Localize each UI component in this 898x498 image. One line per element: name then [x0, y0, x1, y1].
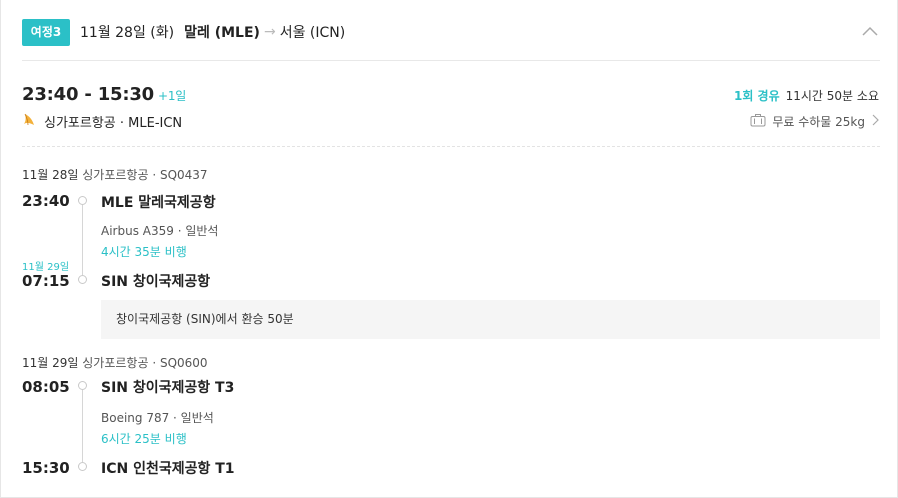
total-duration: 11시간 50분 소요 — [785, 89, 879, 103]
timeline-dot — [78, 381, 87, 390]
airline-route: 싱가포르항공 · MLE-ICN — [44, 116, 183, 131]
route-arrow-icon: → — [263, 24, 276, 40]
chevron-up-icon[interactable] — [860, 22, 880, 42]
route-destination: 서울 (ICN) — [279, 25, 346, 41]
timeline-line — [82, 390, 83, 462]
departure-time: 08:05 — [22, 378, 70, 396]
segment-date: 11월 28일 — [22, 168, 79, 182]
itinerary-route: 말레 (MLE) → 서울 (ICN) — [184, 22, 345, 42]
arrival-time: 15:30 — [22, 459, 70, 477]
itinerary-card: 여정3 11월 28일 (화) 말레 (MLE) → 서울 (ICN) 23:4… — [0, 0, 898, 498]
itinerary-date: 11월 28일 (화) — [80, 25, 175, 41]
flight-duration: 6시간 25분 비행 — [101, 432, 187, 446]
arrival-day-note: 11월 29일 — [22, 262, 70, 273]
departure-time: 23:40 — [22, 192, 70, 210]
stop-info: 1회 경유 11시간 50분 소요 — [734, 87, 879, 104]
timeline-dot — [78, 275, 87, 284]
timeline-dot — [78, 196, 87, 205]
aircraft-info: Airbus A359 · 일반석 — [101, 224, 219, 238]
arrival-time: 07:15 — [22, 272, 70, 290]
baggage-icon — [750, 113, 766, 130]
aircraft-info: Boeing 787 · 일반석 — [101, 411, 214, 425]
time-range: 23:40 - 15:30 — [22, 84, 154, 105]
stop-count: 1회 경유 — [733, 89, 780, 103]
timeline-dot — [78, 462, 87, 471]
itinerary-header[interactable]: 여정3 11월 28일 (화) 말레 (MLE) → 서울 (ICN) — [22, 18, 882, 46]
arrival-airport: ICN 인천국제공항 T1 — [101, 461, 235, 477]
departure-airport: MLE 말레국제공항 — [101, 195, 216, 211]
segment-flight: 싱가포르항공 · SQ0600 — [82, 356, 208, 370]
segment-date: 11월 29일 — [22, 356, 79, 370]
baggage-link[interactable]: 무료 수하물 25kg — [750, 113, 879, 130]
arrival-airport: SIN 창이국제공항 — [101, 274, 211, 290]
summary-times: 23:40 - 15:30 +1일 — [22, 84, 186, 105]
itinerary-badge: 여정3 — [22, 18, 70, 46]
baggage-label: 무료 수하물 25kg — [772, 115, 865, 129]
summary-airline: 싱가포르항공 · MLE-ICN — [22, 112, 182, 131]
plus-day: +1일 — [158, 89, 187, 103]
layover-info: 창이국제공항 (SIN)에서 환승 50분 — [101, 300, 880, 339]
flight-duration: 4시간 35분 비행 — [101, 245, 187, 259]
segment-info: 11월 29일 싱가포르항공 · SQ0600 — [22, 354, 208, 371]
header-divider — [22, 60, 880, 61]
singapore-airlines-logo-icon — [22, 113, 36, 131]
segment-info: 11월 28일 싱가포르항공 · SQ0437 — [22, 166, 208, 183]
departure-airport: SIN 창이국제공항 T3 — [101, 380, 235, 396]
chevron-right-icon — [871, 114, 879, 129]
timeline-line — [82, 205, 83, 275]
segment-flight: 싱가포르항공 · SQ0437 — [82, 168, 208, 182]
summary-divider — [22, 146, 880, 147]
route-origin: 말레 (MLE) — [184, 25, 260, 41]
